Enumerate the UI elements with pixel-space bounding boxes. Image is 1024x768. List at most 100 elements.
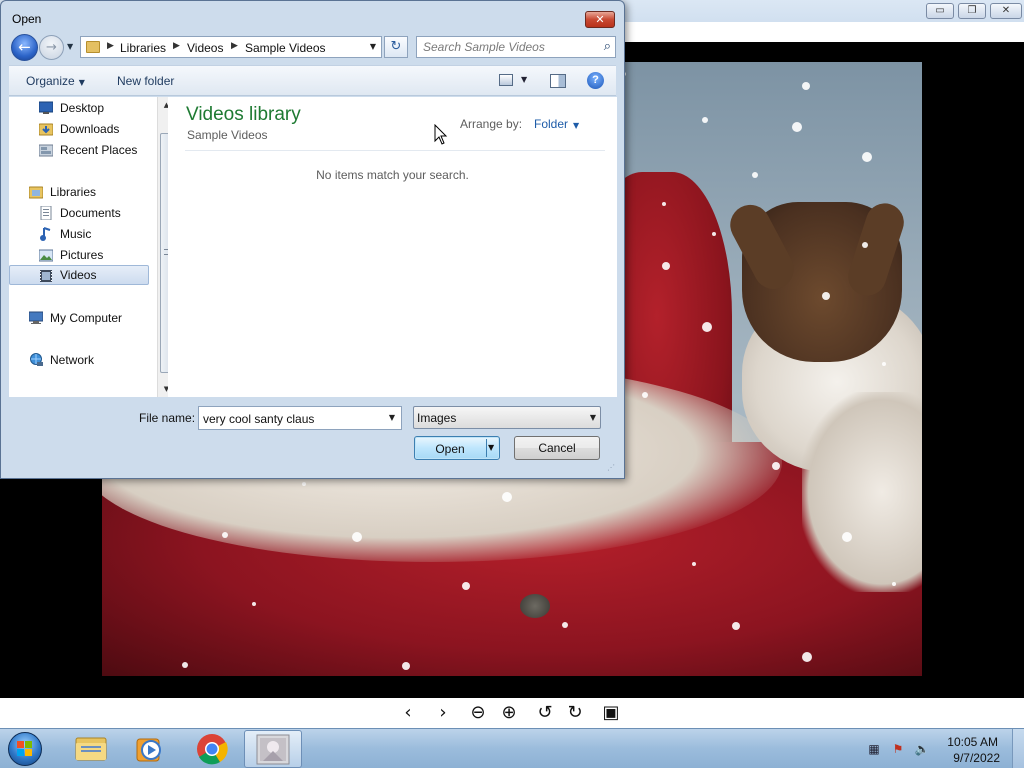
snowflake <box>802 652 812 662</box>
nav-item-label: Videos <box>60 268 97 282</box>
rotate-right-icon[interactable]: ↻ <box>562 702 588 724</box>
breadcrumb-sample-videos[interactable]: Sample Videos <box>245 41 326 55</box>
nav-item-network[interactable]: Network <box>9 350 149 370</box>
arrange-by-dropdown[interactable]: Folder ▼ <box>534 117 579 131</box>
folder-icon <box>75 737 107 761</box>
snowflake <box>752 172 758 178</box>
open-button[interactable]: Open ▼ <box>414 436 500 460</box>
previous-icon[interactable]: ‹ <box>395 702 421 724</box>
taskbar-photo-viewer[interactable] <box>244 730 302 768</box>
preview-pane-icon[interactable] <box>550 74 566 88</box>
taskbar-media-player[interactable] <box>122 730 180 768</box>
breadcrumb-separator[interactable]: ▶ <box>107 41 114 51</box>
dialog-close-button[interactable]: ✕ <box>585 11 615 28</box>
chevron-down-icon: ▼ <box>78 78 85 87</box>
pictures-icon <box>39 249 53 262</box>
refresh-button[interactable]: ↻ <box>384 36 408 58</box>
snowflake <box>892 582 896 586</box>
snowflake <box>882 362 886 366</box>
nav-item-recent-places[interactable]: Recent Places <box>9 140 149 160</box>
search-input[interactable] <box>423 39 593 55</box>
organize-button[interactable]: Organize ▼ <box>26 74 85 88</box>
search-box[interactable]: ⌕ <box>416 36 616 58</box>
snowflake <box>842 532 852 542</box>
nav-item-videos[interactable]: Videos <box>9 265 149 285</box>
taskbar-explorer[interactable] <box>62 730 120 768</box>
nav-item-music[interactable]: Music <box>9 224 149 244</box>
folder-icon <box>86 41 100 53</box>
file-list-pane[interactable]: Videos library Sample Videos Arrange by:… <box>168 97 617 397</box>
start-button[interactable] <box>6 732 46 766</box>
arrange-by-label: Arrange by: <box>460 117 523 131</box>
windows-logo-icon <box>17 741 33 757</box>
recent-locations-dropdown[interactable]: ▼ <box>67 42 77 52</box>
rotate-left-icon[interactable]: ↺ <box>532 702 558 724</box>
computer-icon <box>29 311 43 324</box>
nav-item-label: Music <box>60 227 92 241</box>
file-name-input[interactable] <box>203 411 383 426</box>
change-view-icon[interactable] <box>499 74 513 86</box>
zoom-in-icon[interactable]: ⊕ <box>496 702 522 724</box>
resize-grip-icon[interactable]: ⋰ <box>607 463 617 473</box>
snowflake <box>662 202 666 206</box>
cancel-button[interactable]: Cancel <box>514 436 600 460</box>
dialog-title: Open <box>12 12 42 26</box>
snowflake <box>802 82 810 90</box>
address-dropdown-arrow[interactable]: ▼ <box>365 37 381 57</box>
snowflake <box>562 622 568 628</box>
back-button[interactable]: ← <box>11 34 38 61</box>
nav-item-label: My Computer <box>50 311 123 325</box>
viewer-close-button[interactable]: ✕ <box>990 3 1022 19</box>
gallery-icon[interactable]: ▣ <box>598 702 624 724</box>
system-tray: ▦ ⚑ 🔈 10:05 AM 9/7/2022 <box>858 729 1024 768</box>
zoom-out-icon[interactable]: ⊖ <box>465 702 491 724</box>
chrome-icon <box>197 734 228 765</box>
file-name-combobox[interactable]: ▼ <box>198 406 402 430</box>
viewer-titlebar-strip <box>624 22 1024 42</box>
breadcrumb-separator[interactable]: ▶ <box>173 41 180 51</box>
new-folder-button[interactable]: New folder <box>117 74 174 88</box>
libraries-icon <box>29 186 43 199</box>
file-type-select[interactable]: Images ▼ <box>413 406 601 429</box>
taskbar-chrome[interactable] <box>183 730 241 768</box>
snowflake <box>662 262 670 270</box>
open-options-dropdown[interactable]: ▼ <box>488 440 494 456</box>
breadcrumb-separator[interactable]: ▶ <box>231 41 238 51</box>
network-tray-icon[interactable]: ▦ <box>866 741 882 757</box>
nav-item-label: Documents <box>60 206 121 220</box>
search-icon[interactable]: ⌕ <box>604 39 611 54</box>
nav-item-my-computer[interactable]: My Computer <box>9 308 149 328</box>
forward-button[interactable]: → <box>39 35 64 60</box>
volume-tray-icon[interactable]: 🔈 <box>914 741 930 757</box>
nav-item-libraries[interactable]: Libraries <box>9 182 149 202</box>
viewer-minimize-button[interactable]: ▭ <box>926 3 954 19</box>
address-bar[interactable]: ▶ Libraries ▶ Videos ▶ Sample Videos ▼ <box>80 36 382 58</box>
nav-item-documents[interactable]: Documents <box>9 203 149 223</box>
file-type-value: Images <box>417 411 457 425</box>
nav-item-desktop[interactable]: Desktop <box>9 98 149 118</box>
action-center-tray-icon[interactable]: ⚑ <box>890 741 906 757</box>
arrange-by-value: Folder <box>534 117 569 131</box>
snowflake <box>702 322 712 332</box>
library-subtitle[interactable]: Sample Videos <box>187 128 268 142</box>
nav-item-downloads[interactable]: Downloads <box>9 119 149 139</box>
show-desktop-button[interactable] <box>1012 729 1024 768</box>
clock-date[interactable]: 9/7/2022 <box>953 751 1000 765</box>
nav-item-pictures[interactable]: Pictures <box>9 245 149 265</box>
chevron-down-icon: ▼ <box>573 121 580 130</box>
open-button-label: Open <box>435 442 465 456</box>
breadcrumb-videos[interactable]: Videos <box>187 41 223 55</box>
music-icon <box>40 227 51 241</box>
view-options-dropdown[interactable]: ▼ <box>521 75 527 84</box>
file-name-label: File name: <box>139 411 196 425</box>
help-icon[interactable]: ? <box>587 72 604 89</box>
snowflake <box>702 117 708 123</box>
breadcrumb-libraries[interactable]: Libraries <box>120 41 166 55</box>
snowflake <box>692 562 696 566</box>
nav-item-label: Downloads <box>60 122 120 136</box>
file-name-dropdown-arrow[interactable]: ▼ <box>385 410 399 426</box>
nav-item-label: Libraries <box>50 185 97 199</box>
viewer-restore-button[interactable]: ❐ <box>958 3 986 19</box>
next-icon[interactable]: › <box>430 702 456 724</box>
clock-time[interactable]: 10:05 AM <box>947 735 998 749</box>
